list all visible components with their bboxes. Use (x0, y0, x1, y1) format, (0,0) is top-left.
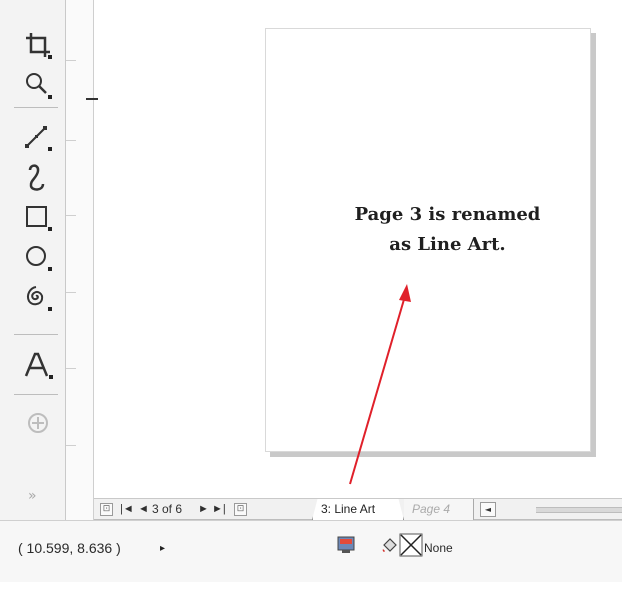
crop-icon (26, 33, 52, 59)
previous-page-button[interactable]: ◄ (138, 502, 149, 517)
ruler-tick (66, 60, 76, 61)
toolbox (0, 0, 66, 520)
ruler-tick (66, 292, 76, 293)
rectangle-tool-button[interactable] (18, 198, 58, 236)
ellipse-tool-button[interactable] (18, 238, 58, 276)
no-fill-icon[interactable] (399, 533, 423, 557)
ruler-tick (66, 368, 76, 369)
page-position: 3 of 6 (152, 502, 183, 516)
toolbox-more-chevron[interactable]: » (28, 488, 37, 504)
rectangle-icon (26, 206, 52, 231)
cursor-coordinates: ( 10.599, 8.636 ) (18, 540, 121, 556)
ellipse-icon (26, 246, 52, 271)
annotation-text: Page 3 is renamed as Line Art. (320, 200, 575, 260)
color-proof-icon[interactable] (336, 535, 356, 555)
tab-page-4[interactable]: Page 4 (404, 499, 474, 520)
last-page-button[interactable]: ►| (212, 502, 226, 517)
next-page-button[interactable]: ► (198, 502, 209, 517)
text-icon (24, 352, 53, 379)
ruler-tick (66, 445, 76, 446)
freehand-icon (25, 126, 52, 151)
spiral-icon (26, 286, 52, 311)
annotation-line-1: Page 3 is renamed (354, 204, 541, 225)
ruler-tick (66, 140, 76, 141)
first-page-button[interactable]: |◄ (120, 502, 134, 517)
toolbox-divider (14, 334, 58, 335)
zoom-tool-button[interactable] (18, 66, 58, 104)
artistic-media-tool-button[interactable] (18, 158, 58, 196)
artistic-media-icon (28, 164, 45, 191)
fill-status-label: None (424, 541, 453, 555)
annotation-line-2: as Line Art. (389, 234, 506, 255)
ruler-tick (66, 215, 76, 216)
add-page-icon[interactable]: ⊡ (234, 503, 247, 516)
page-navigator: ⊡ |◄ ◄ 3 of 6 ► ►| ⊡ 3: Line Art Page 4 … (94, 498, 622, 520)
status-bar: ( 10.599, 8.636 ) ▸ None (0, 520, 622, 582)
plus-circle-icon (28, 413, 48, 433)
horizontal-scrollbar[interactable] (536, 507, 622, 513)
toolbox-divider (14, 394, 58, 395)
crop-tool-button[interactable] (18, 26, 58, 64)
add-tool-button[interactable] (18, 404, 58, 442)
guideline-marker (86, 98, 98, 100)
scroll-left-button[interactable]: ◄ (480, 502, 496, 517)
vertical-ruler[interactable] (66, 0, 94, 520)
freehand-tool-button[interactable] (18, 118, 58, 156)
fill-bucket-icon[interactable] (380, 535, 400, 555)
spiral-tool-button[interactable] (18, 278, 58, 316)
page-options-icon[interactable]: ⊡ (100, 503, 113, 516)
zoom-icon (26, 73, 52, 99)
text-tool-button[interactable] (18, 346, 58, 384)
toolbox-divider (14, 107, 58, 108)
tab-page-3[interactable]: 3: Line Art (312, 499, 404, 520)
coordinates-menu-arrow[interactable]: ▸ (160, 543, 165, 554)
